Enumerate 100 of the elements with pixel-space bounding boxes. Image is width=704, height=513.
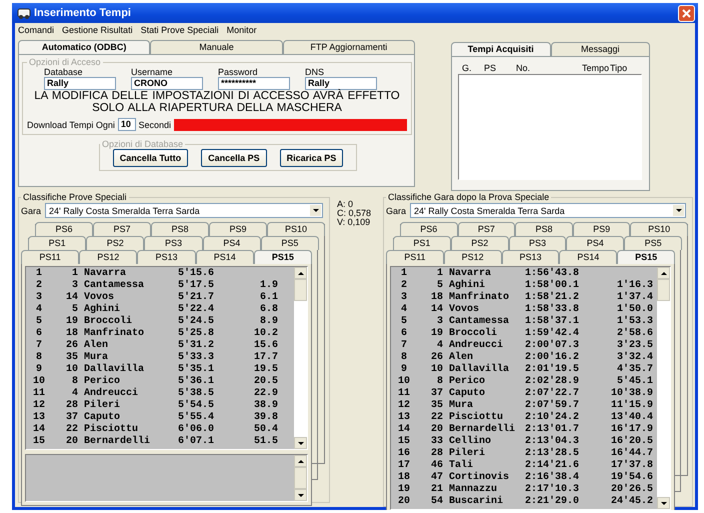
table-cell-text: Perico: [83, 376, 120, 388]
tab[interactable]: PS4: [202, 236, 261, 250]
table-cell: 46: [430, 460, 443, 472]
unit-label: Secondi: [138, 120, 172, 130]
tab[interactable]: PS11: [21, 250, 80, 264]
table-cell: 3: [400, 292, 407, 304]
tab[interactable]: PS6: [400, 222, 458, 236]
table-cell-text: 11'15.9: [610, 400, 653, 412]
tab[interactable]: PS12: [79, 250, 138, 264]
table-cell: 7: [400, 340, 407, 352]
tab[interactable]: PS13: [502, 250, 560, 264]
table-cell: 26: [66, 340, 78, 352]
table-cell-text: 2:16'38.4: [525, 472, 580, 484]
tab[interactable]: PS8: [151, 222, 209, 236]
race-dropdown[interactable]: 24' Rally Costa Smeralda Terra Sarda: [45, 203, 323, 218]
table-cell-text: Caputo: [448, 388, 486, 400]
table-cell: 14: [398, 424, 410, 436]
tab[interactable]: PS14: [559, 250, 618, 264]
tab[interactable]: PS9: [572, 222, 630, 236]
input-field[interactable]: 10: [118, 118, 136, 131]
table-cell-text: 1'37.4: [616, 292, 653, 304]
tab[interactable]: PS7: [93, 222, 151, 236]
tab[interactable]: PS1: [28, 236, 86, 250]
table-cell: 8.9: [260, 316, 278, 328]
tab[interactable]: PS14: [196, 250, 254, 264]
tab[interactable]: PS3: [508, 236, 566, 250]
table-cell-text: Pileri: [448, 448, 486, 460]
group-title: Classifiche Prove Speciali: [22, 193, 128, 202]
tab[interactable]: PS4: [566, 236, 624, 250]
tab[interactable]: PS12: [444, 250, 502, 264]
tab[interactable]: Tempi Acquisiti: [451, 42, 550, 56]
scroll-up-button[interactable]: [657, 267, 670, 279]
tab[interactable]: PS5: [624, 236, 682, 250]
tab[interactable]: PS1: [393, 236, 451, 250]
table-cell: 7: [36, 340, 42, 352]
tab[interactable]: PS13: [137, 250, 196, 264]
menu-item[interactable]: Monitor: [226, 25, 257, 37]
down-arrow-icon: [298, 442, 304, 444]
table-cell: 20: [66, 436, 78, 448]
column-header: No.: [516, 63, 532, 73]
down-arrow-icon: [312, 209, 318, 212]
tab[interactable]: PS6: [35, 222, 93, 236]
table-cell-text: 2:07'22.7: [525, 388, 580, 400]
table-cell: 28: [430, 448, 443, 460]
table-cell-text: 3'23.5: [616, 340, 653, 352]
scroll-thumb[interactable]: [294, 279, 307, 301]
scroll-down-button[interactable]: [294, 437, 307, 449]
table-cell: 21: [430, 484, 443, 496]
tab[interactable]: PS15: [254, 250, 312, 264]
table-cell: 6: [400, 328, 407, 340]
table-cell-text: 17'37.8: [610, 460, 653, 472]
scroll-down-button[interactable]: [294, 489, 307, 501]
scrollbar[interactable]: [294, 455, 307, 501]
menu-item[interactable]: Gestione Risultati: [62, 25, 133, 37]
tab[interactable]: PS8: [515, 222, 573, 236]
tab[interactable]: Manuale: [150, 40, 283, 54]
table-cell: 37: [66, 412, 78, 424]
table-cell: 20: [398, 496, 410, 508]
table-cell-text: Caputo: [83, 412, 120, 424]
table-cell-text: 6'06.0: [178, 424, 214, 436]
scroll-thumb[interactable]: [294, 467, 307, 489]
tab[interactable]: PS7: [458, 222, 516, 236]
tab[interactable]: PS5: [260, 236, 320, 250]
table-cell: 1: [36, 268, 42, 280]
menu-item[interactable]: Stati Prove Speciali: [140, 25, 219, 37]
table-cell-text: 20'26.5: [610, 484, 653, 496]
table-cell-text: Cellino: [448, 436, 492, 448]
tab[interactable]: PS15: [617, 250, 675, 264]
table-cell: 17: [398, 460, 410, 472]
tab[interactable]: Messaggi: [550, 42, 650, 56]
table-cell-text: 5'24.5: [178, 316, 214, 328]
scroll-up-button[interactable]: [294, 455, 307, 467]
close-button[interactable]: [678, 4, 695, 22]
tab[interactable]: PS2: [450, 236, 509, 250]
tab[interactable]: Automatico (ODBC): [18, 40, 150, 54]
table-cell: 6'07.1: [178, 436, 214, 448]
tab[interactable]: PS3: [144, 236, 203, 250]
tab[interactable]: PS10: [630, 222, 688, 236]
scrollbar[interactable]: [657, 267, 670, 509]
scrollbar[interactable]: [294, 267, 307, 449]
menu-item[interactable]: Comandi: [18, 25, 54, 37]
table-cell: 5: [436, 280, 443, 292]
table-cell: 8: [400, 352, 407, 364]
tab[interactable]: PS9: [209, 222, 267, 236]
table-cell-text: Navarra: [83, 268, 126, 280]
table-cell: 6.8: [260, 304, 278, 316]
table-cell: 15.6: [254, 340, 278, 352]
race-dropdown[interactable]: 24' Rally Costa Smeralda Terra Sarda: [410, 203, 686, 218]
table-cell: 4: [72, 388, 78, 400]
tab[interactable]: PS11: [386, 250, 444, 264]
tab[interactable]: FTP Aggiornamenti: [282, 40, 415, 54]
table-cell-text: 2:13'01.7: [525, 424, 580, 436]
column-header: Tempo: [582, 63, 610, 73]
scroll-thumb[interactable]: [657, 279, 670, 301]
table-cell: 35: [430, 400, 443, 412]
tab[interactable]: PS2: [86, 236, 144, 250]
tab[interactable]: PS10: [267, 222, 325, 236]
scroll-up-button[interactable]: [294, 267, 307, 279]
text-area[interactable]: [25, 454, 308, 502]
scroll-down-button[interactable]: [657, 497, 670, 509]
